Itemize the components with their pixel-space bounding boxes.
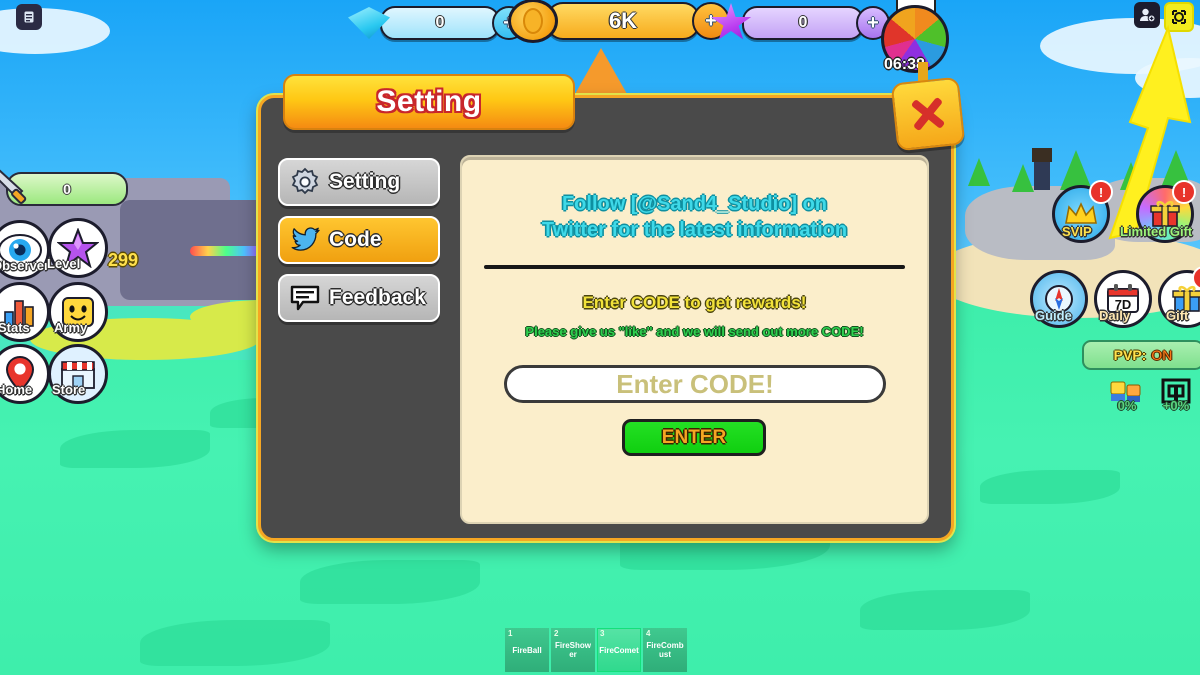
gem-icon bbox=[348, 7, 390, 39]
twitter-promo-line2: Twitter for the latest information bbox=[541, 219, 848, 241]
pvp-toggle[interactable]: PVP: ON bbox=[1082, 340, 1200, 370]
players-value: 0% bbox=[1117, 398, 1137, 413]
hotbar-key-2: 2 bbox=[554, 629, 559, 638]
sidebar-label-stats: Stats bbox=[0, 320, 30, 335]
code-headline: Enter CODE to get rewards! bbox=[582, 293, 807, 312]
tab-feedback[interactable]: Feedback bbox=[278, 274, 440, 322]
tree bbox=[1012, 164, 1034, 192]
stat-players: 0% bbox=[1108, 378, 1146, 413]
grass-shadow bbox=[60, 430, 210, 468]
add-friend-icon[interactable] bbox=[1134, 2, 1160, 28]
hotbar-slot-4[interactable]: 4 FireCombust bbox=[643, 628, 687, 672]
screenshot-icon[interactable] bbox=[1164, 2, 1194, 32]
hotbar-slot-2[interactable]: 2 FireShower bbox=[551, 628, 595, 672]
twitter-promo-line1: Follow [@Sand4_Studio] on bbox=[561, 193, 828, 215]
dialog-title-banner: Setting bbox=[283, 74, 575, 130]
sidebar-label-level: Level bbox=[47, 256, 81, 271]
game-screen: 0 + 6K + 0 + 06:38 0 Observer bbox=[0, 0, 1200, 675]
tab-setting-label: Setting bbox=[329, 170, 401, 193]
grass-shadow bbox=[140, 620, 330, 666]
right-label-daily: Daily bbox=[1099, 308, 1131, 323]
level-value: 299 bbox=[108, 250, 139, 270]
boat bbox=[190, 246, 262, 256]
dialog-title: Setting bbox=[376, 85, 482, 118]
pvp-label: PVP: bbox=[1113, 347, 1147, 363]
hotbar-label-4: FireCombust bbox=[646, 641, 684, 659]
right-label-gift: Gift bbox=[1166, 308, 1189, 323]
character-head bbox=[1032, 148, 1052, 162]
code-input[interactable] bbox=[504, 365, 886, 403]
hotbar-key-3: 3 bbox=[600, 629, 605, 638]
tab-setting[interactable]: Setting bbox=[278, 158, 440, 206]
tree bbox=[1060, 150, 1092, 190]
hotbar-label-3: FireComet bbox=[599, 645, 639, 655]
luck-value: +0% bbox=[1162, 398, 1190, 413]
svip-badge: ! bbox=[1089, 180, 1113, 204]
grass-shadow bbox=[860, 590, 1030, 630]
currency-gem[interactable]: 0 + bbox=[348, 6, 526, 40]
tab-code[interactable]: Code bbox=[278, 216, 440, 264]
hotbar-key-1: 1 bbox=[508, 629, 513, 638]
hotbar: 1 FireBall 2 FireShower 3 FireComet 4 Fi… bbox=[505, 628, 687, 672]
close-x-icon[interactable] bbox=[890, 76, 966, 152]
tab-feedback-label: Feedback bbox=[329, 286, 426, 309]
code-panel: Follow [@Sand4_Studio] on Twitter for th… bbox=[460, 155, 929, 524]
power-value: 0 bbox=[63, 181, 71, 197]
coin-value: 6K bbox=[608, 8, 638, 33]
currency-star[interactable]: 0 + bbox=[710, 3, 890, 43]
twitter-promo: Follow [@Sand4_Studio] on Twitter for th… bbox=[462, 191, 927, 243]
gem-amount-pill: 0 bbox=[380, 6, 500, 40]
tree bbox=[1120, 162, 1142, 190]
enter-button-label: ENTER bbox=[661, 426, 727, 448]
gem-value: 0 bbox=[435, 14, 445, 31]
gear-icon bbox=[291, 167, 319, 195]
speech-bubble-icon bbox=[290, 285, 320, 311]
hotbar-key-4: 4 bbox=[646, 629, 651, 638]
character bbox=[1034, 160, 1050, 190]
document-icon[interactable] bbox=[16, 4, 42, 30]
grass-shadow bbox=[980, 470, 1120, 504]
enter-button[interactable]: ENTER bbox=[622, 419, 766, 456]
right-label-guide: Guide bbox=[1035, 308, 1072, 323]
twitter-bird-icon bbox=[291, 227, 320, 251]
hotbar-label-2: FireShower bbox=[554, 641, 591, 659]
sword-icon bbox=[0, 169, 27, 204]
code-subline: Please give us "like" and we will send o… bbox=[525, 324, 864, 339]
limited-gift-badge: ! bbox=[1172, 180, 1196, 204]
star-amount-pill: 0 bbox=[742, 6, 864, 40]
star-icon bbox=[710, 3, 752, 43]
right-label-limited-gift: Limited Gift bbox=[1120, 224, 1193, 239]
sidebar-label-store: Store bbox=[52, 382, 86, 397]
right-label-svip: SVIP bbox=[1062, 224, 1092, 239]
divider bbox=[484, 265, 905, 269]
currency-coin[interactable]: 6K + bbox=[508, 0, 730, 43]
hotbar-label-1: FireBall bbox=[512, 645, 542, 655]
tab-code-label: Code bbox=[329, 228, 382, 251]
hotbar-slot-3[interactable]: 3 FireComet bbox=[597, 628, 641, 672]
stat-luck: +0% bbox=[1160, 378, 1192, 413]
pvp-state: ON bbox=[1151, 347, 1173, 363]
sidebar-label-observer: Observer bbox=[0, 258, 50, 273]
grass-shadow bbox=[300, 560, 480, 604]
star-value: 0 bbox=[798, 14, 808, 31]
hotbar-slot-1[interactable]: 1 FireBall bbox=[505, 628, 549, 672]
coin-icon bbox=[508, 0, 558, 43]
sidebar-label-home: Home bbox=[0, 382, 33, 397]
coin-amount-pill: 6K bbox=[546, 2, 700, 40]
sidebar-label-army: Army bbox=[54, 320, 88, 335]
tree bbox=[968, 158, 990, 186]
dialog-nav: Setting Code Feedback bbox=[278, 158, 440, 332]
